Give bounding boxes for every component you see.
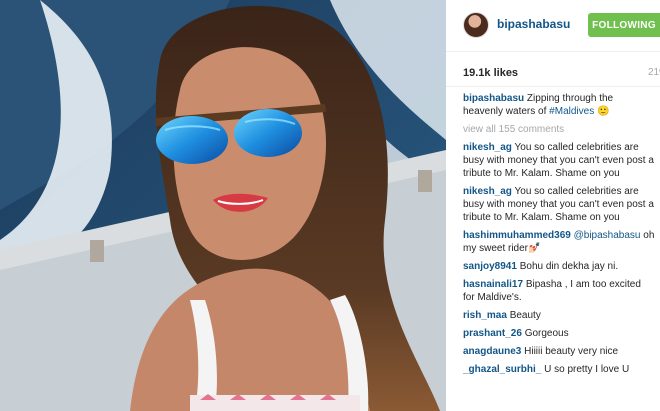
smile-emoji-icon: 🙂	[596, 106, 610, 117]
post-side-panel: bipashabasu FOLLOWING 19.1k likes 21w bi…	[446, 0, 660, 411]
post-header: bipashabasu FOLLOWING	[446, 0, 660, 52]
comment-item: nikesh_ag You so called celebrities are …	[463, 141, 655, 180]
comment-text: Bohu din dekha jay ni.	[519, 261, 619, 272]
caption: bipashabasu Zipping through the heavenly…	[463, 92, 655, 118]
comment-item: anagdaune3 Hiiiii beauty very nice	[463, 345, 655, 358]
comment-mention[interactable]: @bipashabasu	[574, 230, 641, 241]
comment-username[interactable]: rish_maa	[463, 310, 507, 321]
comment-username[interactable]: nikesh_ag	[463, 142, 512, 153]
comment-item: hashimmuhammed369 @bipashabasu oh my swe…	[463, 229, 655, 255]
comment-item: sanjoy8941 Bohu din dekha jay ni.	[463, 260, 655, 273]
comment-item: hasnainali17 Bipasha , I am too excited …	[463, 278, 655, 304]
comment-item: _ghazal_surbhi_ U so pretty I love U	[463, 363, 655, 376]
comment-item: nikesh_ag You so called celebrities are …	[463, 185, 655, 224]
comment-username[interactable]: hasnainali17	[463, 279, 523, 290]
comment-username[interactable]: anagdaune3	[463, 346, 521, 357]
selfie-photo-image	[0, 0, 446, 411]
caption-username[interactable]: bipashabasu	[463, 93, 524, 104]
comment-text: U so pretty I love U	[544, 364, 630, 375]
comment-item: rish_maa Beauty	[463, 309, 655, 322]
comment-username[interactable]: _ghazal_surbhi_	[463, 364, 541, 375]
post-stats: 19.1k likes 21w	[446, 52, 660, 87]
post-time: 21w	[648, 67, 660, 78]
comment-username[interactable]: prashant_26	[463, 328, 522, 339]
comment-username[interactable]: nikesh_ag	[463, 186, 512, 197]
comment-item: prashant_26 Gorgeous	[463, 327, 655, 340]
likes-count[interactable]: 19.1k likes	[463, 67, 518, 79]
post-photo[interactable]	[0, 0, 446, 411]
comment-username[interactable]: sanjoy8941	[463, 261, 517, 272]
comment-text: Gorgeous	[524, 328, 569, 339]
comments-list: bipashabasu Zipping through the heavenly…	[463, 92, 655, 381]
caption-hashtag[interactable]: #Maldives	[549, 106, 594, 117]
comment-text: Hiiiii beauty very nice	[524, 346, 619, 357]
comment-text: Beauty	[509, 310, 541, 321]
view-all-comments-link[interactable]: view all 155 comments	[463, 123, 655, 136]
username-link[interactable]: bipashabasu	[497, 17, 570, 31]
comment-username[interactable]: hashimmuhammed369	[463, 230, 571, 241]
avatar[interactable]	[463, 12, 489, 38]
following-button[interactable]: FOLLOWING	[588, 13, 660, 37]
